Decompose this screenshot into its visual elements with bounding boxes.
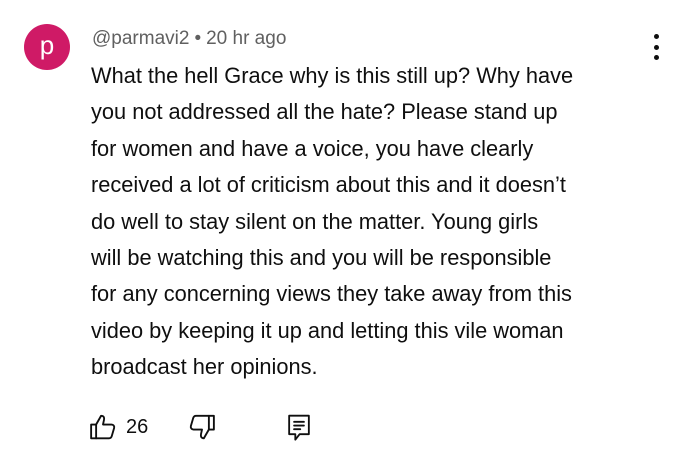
author-handle[interactable]: @parmavi2	[92, 28, 189, 49]
reply-comment-icon	[288, 414, 310, 441]
dislike-button[interactable]	[187, 412, 217, 442]
comment-line: for any concerning views they take away …	[91, 281, 572, 307]
comment-line: What the hell Grace why is this still up…	[91, 63, 574, 88]
comment-line: do well to stay silent on the matter. Yo…	[91, 208, 539, 234]
comment-line: received a lot of criticism about this a…	[91, 172, 566, 198]
comment-line: will be watching this and you will be re…	[91, 245, 552, 271]
comment-line: video by keeping it up and letting this …	[91, 317, 564, 343]
comment-text: What the hell Grace why is this still up…	[91, 58, 691, 386]
comment-line: for women and have a voice, you have cle…	[91, 135, 534, 161]
comment-line: broadcast her opinions.	[91, 354, 318, 380]
comment-header: @parmavi2 • 20 hr ago	[92, 28, 286, 50]
more-vert-icon-dot	[653, 34, 659, 39]
like-button[interactable]: 26	[88, 412, 148, 442]
comment-time[interactable]: 20 hr ago	[206, 28, 286, 49]
separator-dot: •	[194, 28, 202, 49]
thumbs-up-icon	[90, 414, 116, 440]
like-count: 26	[126, 415, 149, 438]
avatar-letter: p	[39, 30, 55, 60]
more-vert-icon-dot	[653, 44, 659, 50]
more-options-button[interactable]	[650, 34, 662, 60]
thumbs-down-icon	[189, 414, 215, 440]
avatar[interactable]: p	[24, 24, 70, 70]
reply-button[interactable]	[284, 412, 314, 444]
comment-line: you not addressed all the hate? Please s…	[91, 99, 558, 125]
